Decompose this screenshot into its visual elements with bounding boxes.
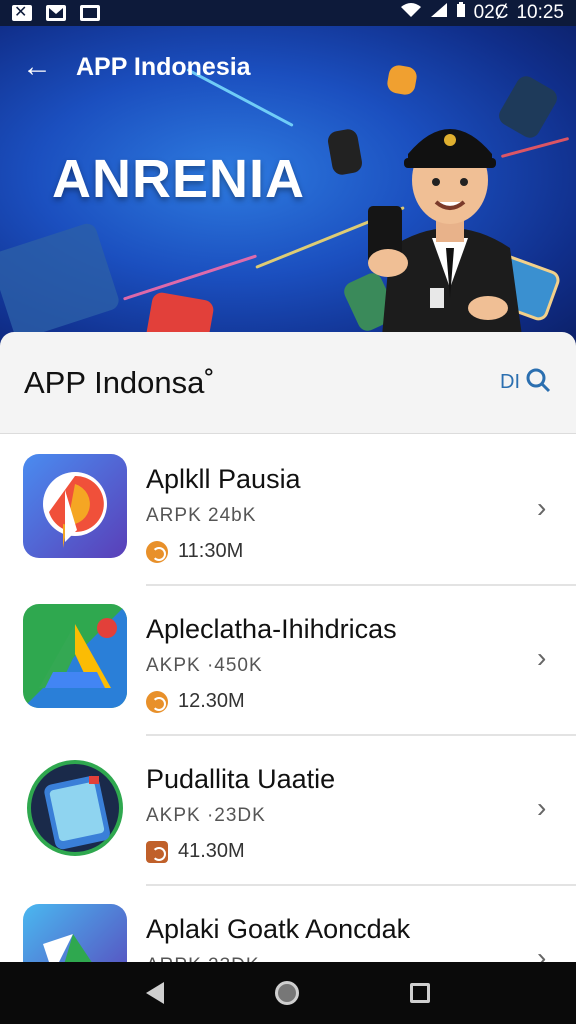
light-streak — [122, 254, 258, 301]
mail-icon — [46, 5, 66, 21]
app-size: 12.30M — [178, 690, 245, 712]
hero-headline: ANRENIA — [52, 149, 306, 209]
app-name: Aplkll Pausia — [146, 464, 301, 494]
app-name: Pudallita Uaatie — [146, 764, 336, 794]
status-bar: 02Ȼ 10:25 — [0, 0, 576, 26]
clock: 10:25 — [516, 2, 564, 23]
a-app-icon — [23, 604, 127, 708]
download-size-icon — [146, 840, 168, 863]
nav-back-icon[interactable] — [145, 982, 164, 1004]
photo-icon — [80, 5, 100, 21]
floating-tablet — [0, 221, 122, 341]
download-size-icon — [146, 690, 168, 713]
section-header: APP Indonsa˚ DI — [0, 332, 576, 434]
nav-home-icon[interactable] — [274, 981, 299, 1005]
app-size-row: 41.30M — [146, 840, 245, 863]
search-icon[interactable] — [524, 366, 552, 400]
app-size-row: 11:30M — [146, 540, 243, 563]
notification-icons — [12, 2, 100, 22]
app-name: Aplaki Goatk Aoncdak — [146, 914, 411, 944]
chevron-right-icon: › — [537, 792, 547, 823]
list-item[interactable]: Apleclatha-Ihihdricas AKPK ·450K 12.30M … — [0, 584, 576, 734]
phone-app-icon — [23, 754, 127, 858]
x-icon — [12, 2, 32, 22]
list-item[interactable]: Pudallita Uaatie AKPK ·23DK 41.30M › — [0, 734, 576, 884]
navigation-bar — [0, 962, 576, 1024]
hero-banner: ← APP Indonesia ANRENIA — [0, 26, 576, 356]
app-size-row: 12.30M — [146, 690, 245, 713]
app-size: 11:30M — [178, 540, 244, 562]
back-arrow-icon[interactable]: ← — [22, 52, 52, 82]
filter-button[interactable]: DI — [500, 371, 520, 394]
wifi-icon — [400, 2, 422, 24]
nav-recent-apps-icon[interactable] — [410, 983, 431, 1003]
floating-phone — [326, 127, 364, 177]
app-name: Apleclatha-Ihihdricas — [146, 614, 397, 644]
network-text: 02Ȼ — [473, 2, 509, 23]
section-title: APP Indonsa˚ — [24, 364, 215, 400]
app-meta: AKPK ·23DK — [146, 805, 266, 826]
chevron-right-icon: › — [537, 492, 547, 523]
app-meta: AKPK ·450K — [146, 655, 263, 676]
app-size: 41.30M — [178, 840, 245, 862]
section-actions: DI — [500, 366, 552, 400]
mascot-illustration — [368, 129, 525, 356]
page-title: APP Indonesia — [76, 52, 251, 81]
signal-icon — [430, 2, 448, 24]
hero-topbar: ← APP Indonesia — [22, 52, 251, 82]
chevron-right-icon: › — [537, 642, 547, 673]
system-icons: 02Ȼ 10:25 — [400, 2, 564, 24]
p-app-icon — [23, 454, 127, 558]
download-size-icon — [146, 540, 168, 563]
app-list: Aplkll Pausia ARPK 24bK 11:30M › Aplecla… — [0, 434, 576, 1024]
list-item[interactable]: Aplkll Pausia ARPK 24bK 11:30M › — [0, 434, 576, 584]
battery-icon — [456, 2, 466, 24]
app-meta: ARPK 24bK — [146, 505, 257, 526]
